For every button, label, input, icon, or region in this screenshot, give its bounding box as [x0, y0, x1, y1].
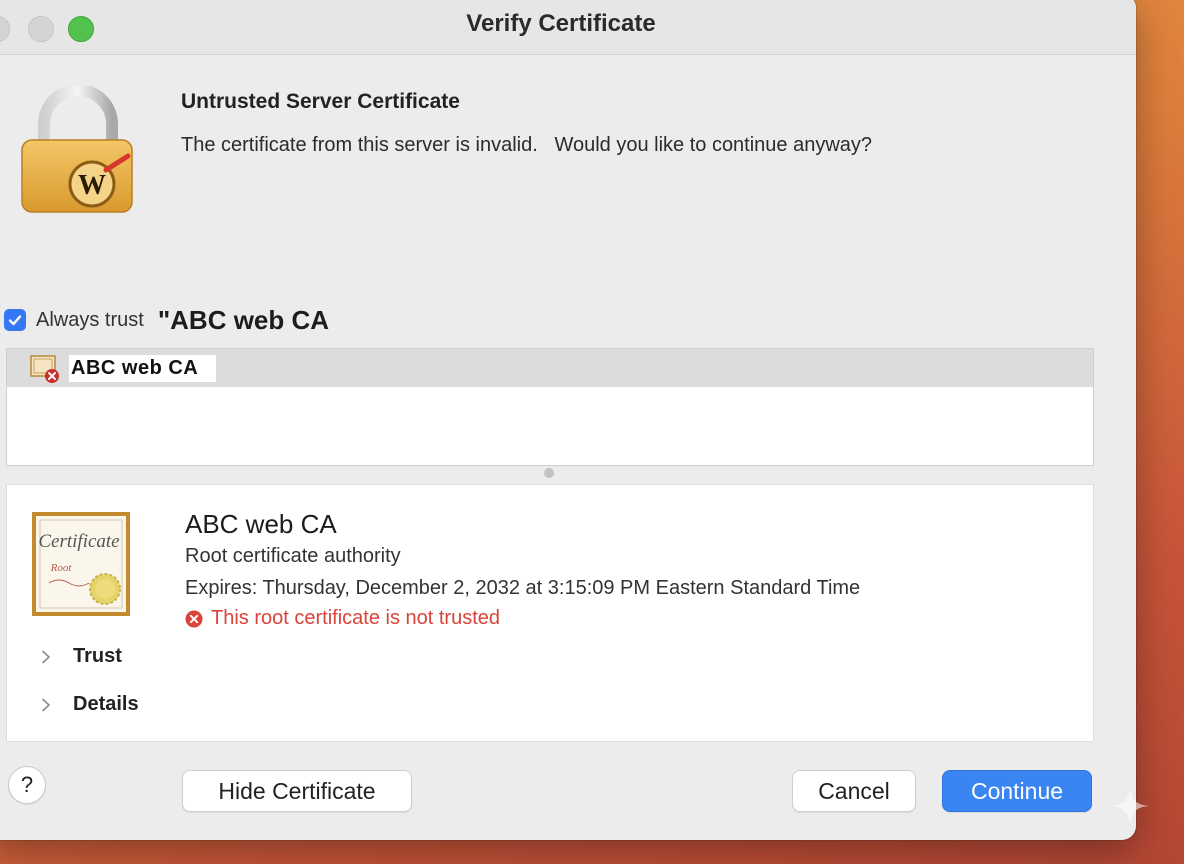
trust-disclosure-label: Trust [73, 645, 122, 667]
certificate-chain-list: ABC web CA [6, 348, 1094, 466]
trust-disclosure[interactable]: Trust [41, 645, 122, 668]
keychain-lock-icon: W [21, 86, 133, 213]
trust-warning-text: This root certificate is not trusted [211, 607, 501, 629]
always-trust-cert-name: "ABC web CA [157, 304, 330, 335]
trust-warning: This root certificate is not trusted [185, 607, 500, 630]
certificate-name: ABC web CA [185, 509, 337, 539]
always-trust-row: Always trust "ABC web CA [4, 304, 330, 335]
dialog-message: The certificate from this server is inva… [181, 134, 873, 156]
verify-certificate-dialog: Verify Certificate W Untrusted Server Ce… [0, 0, 1136, 840]
certificate-expiry: Expires: Thursday, December 2, 2032 at 3… [185, 577, 861, 599]
details-disclosure-label: Details [73, 693, 139, 715]
certificate-kind: Root certificate authority [185, 545, 401, 567]
list-item-label: ABC web CA [69, 354, 217, 382]
cancel-button[interactable]: Cancel [792, 770, 916, 812]
chevron-right-icon [42, 650, 50, 663]
certificate-icon: Certificate Root [32, 512, 130, 616]
certificate-error-icon [29, 352, 61, 384]
details-disclosure[interactable]: Details [41, 693, 139, 716]
title-bar: Verify Certificate [0, 0, 1136, 55]
sparkle-icon [1110, 786, 1150, 826]
dialog-heading: Untrusted Server Certificate [181, 90, 460, 113]
hide-certificate-button[interactable]: Hide Certificate [182, 770, 412, 812]
checkmark-icon [8, 315, 22, 326]
split-view-handle[interactable] [544, 468, 554, 478]
always-trust-label[interactable]: Always trust [36, 309, 144, 332]
certificate-detail-panel: Certificate Root ABC web CA Root certifi… [6, 484, 1094, 742]
chevron-right-icon [42, 698, 50, 711]
error-icon [185, 610, 203, 627]
window-title: Verify Certificate [466, 10, 656, 37]
svg-text:Root: Root [50, 562, 73, 574]
svg-text:Certificate: Certificate [38, 531, 119, 552]
svg-text:W: W [78, 170, 106, 201]
help-button[interactable]: ? [8, 766, 46, 804]
continue-button[interactable]: Continue [942, 770, 1092, 812]
list-item[interactable]: ABC web CA [7, 349, 1093, 387]
always-trust-checkbox[interactable] [4, 309, 26, 331]
